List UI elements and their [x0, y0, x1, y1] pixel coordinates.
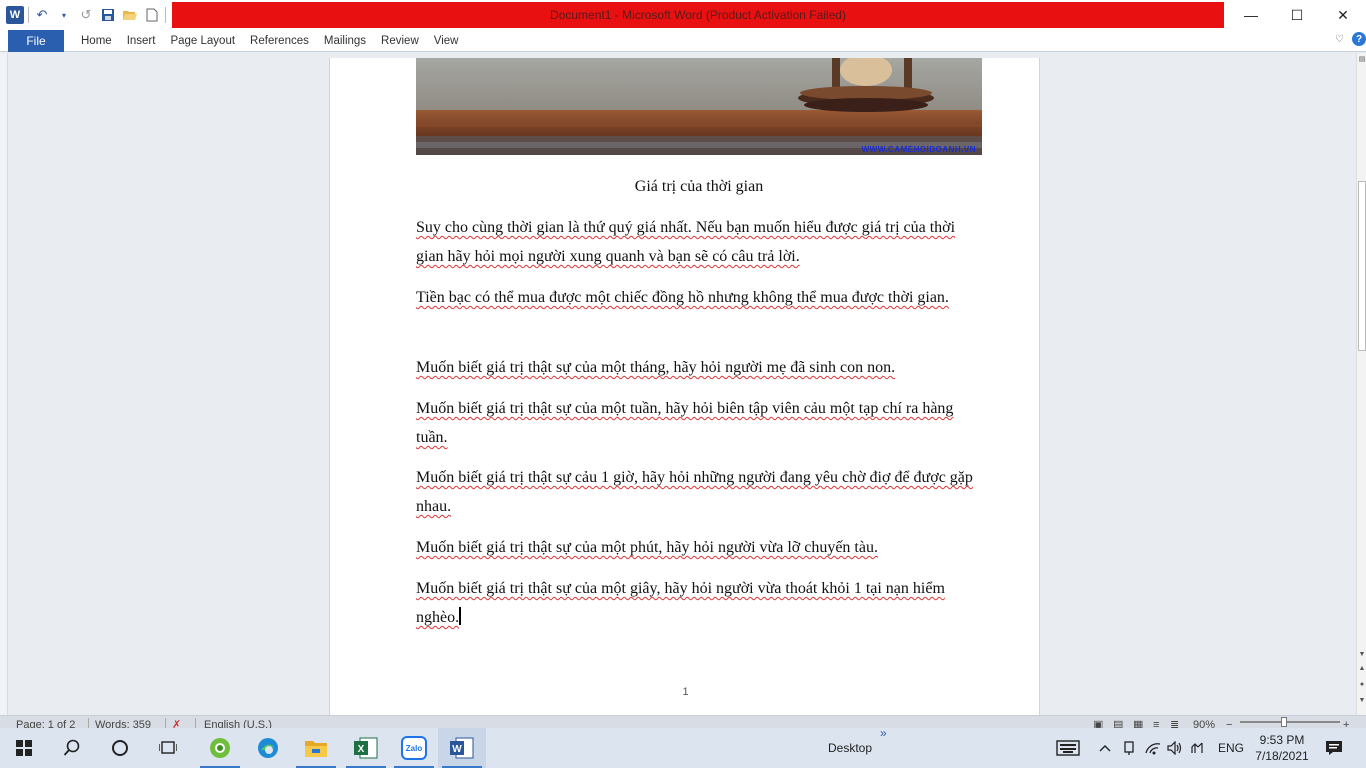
task-view-icon[interactable] — [144, 728, 192, 768]
previous-page-icon[interactable]: ▲ — [1357, 665, 1366, 675]
windows-start-icon[interactable] — [0, 728, 48, 768]
edge-icon[interactable] — [244, 728, 292, 768]
ribbon-tabs: Home Insert Page Layout References Maili… — [80, 30, 472, 52]
tray-up-icon[interactable] — [1094, 728, 1116, 768]
ruler-toggle-icon[interactable]: ▤ — [1357, 55, 1366, 65]
paragraph[interactable]: Suy cho cùng thời gian là thứ quý giá nh… — [416, 213, 976, 271]
notification-icon[interactable] — [1314, 728, 1354, 768]
minimize-icon[interactable]: — — [1228, 0, 1274, 30]
tab-insert[interactable]: Insert — [126, 35, 170, 47]
coccoc-icon[interactable] — [196, 728, 244, 768]
network-icon[interactable] — [1118, 728, 1140, 768]
title-bar-banner: Document1 - Microsoft Word (Product Acti… — [172, 2, 1224, 28]
draft-icon[interactable]: ≣ — [1170, 716, 1179, 728]
redo-icon[interactable]: ↺ — [77, 6, 95, 24]
word-taskbar-icon[interactable]: W — [438, 728, 486, 768]
tab-review[interactable]: Review — [380, 35, 433, 47]
print-layout-icon[interactable]: ▣ — [1093, 716, 1103, 728]
full-screen-reading-icon[interactable]: ▤ — [1113, 716, 1123, 728]
web-layout-icon[interactable]: ▦ — [1133, 716, 1143, 728]
scroll-down-icon[interactable]: ▼ — [1357, 651, 1366, 661]
last-paragraph[interactable]: Muốn biết giá trị thật sự của một giây, … — [416, 574, 976, 632]
ribbon-tab-bar: File Home Insert Page Layout References … — [0, 30, 1366, 52]
tab-page-layout[interactable]: Page Layout — [169, 35, 249, 47]
cortana-icon[interactable] — [96, 728, 144, 768]
paragraph[interactable]: Muốn biết giá trị thật sự cảu 1 giờ, hãy… — [416, 463, 976, 521]
tab-view[interactable]: View — [433, 35, 473, 47]
photo-caption: WWW.CAMEHOIDOANH.VN — [861, 145, 976, 154]
tab-mailings[interactable]: Mailings — [323, 35, 380, 47]
status-bar: Page: 1 of 2 Words: 359 ✗ English (U.S.)… — [0, 715, 1366, 728]
title-bar: W ↶ ▾ ↺ ▾ Document1 - Microsoft Word (Pr… — [0, 0, 1366, 30]
zalo-logo: Zalo — [401, 736, 427, 760]
word-icon[interactable]: W — [6, 6, 24, 24]
status-divider — [88, 718, 89, 728]
system-clock[interactable]: 9:53 PM 7/18/2021 — [1252, 732, 1312, 764]
zalo-icon[interactable]: Zalo — [390, 728, 438, 768]
zoom-level[interactable]: 90% — [1193, 716, 1215, 728]
document-workspace[interactable]: WWW.CAMEHOIDOANH.VN Giá trị của thời gia… — [0, 53, 1356, 715]
browse-object-icon[interactable]: ● — [1357, 681, 1366, 691]
tab-file[interactable]: File — [8, 30, 64, 52]
tab-home[interactable]: Home — [80, 35, 126, 47]
desktop-toolbar-label[interactable]: Desktop — [828, 728, 872, 768]
ribbon-right-controls: ♡ ? — [1335, 32, 1366, 46]
paragraph[interactable]: Muốn biết giá trị thật sự của một tháng,… — [416, 353, 976, 382]
proofing-icon[interactable]: ✗ — [172, 716, 181, 728]
save-icon[interactable] — [99, 6, 117, 24]
document-page[interactable]: WWW.CAMEHOIDOANH.VN Giá trị của thời gia… — [329, 58, 1040, 715]
volume-icon[interactable] — [1164, 728, 1186, 768]
undo-dropdown-icon[interactable]: ▾ — [55, 6, 73, 24]
next-page-icon[interactable]: ▼ — [1357, 697, 1366, 707]
new-icon[interactable] — [143, 6, 161, 24]
paragraph[interactable]: Muốn biết giá trị thật sự của một phút, … — [416, 533, 976, 562]
wifi-icon[interactable] — [1142, 728, 1164, 768]
word-count[interactable]: Words: 359 — [95, 716, 151, 728]
paragraph[interactable]: Muốn biết giá trị thật sự của một tuần, … — [416, 394, 976, 452]
excel-icon[interactable]: X — [342, 728, 390, 768]
page-number: 1 — [682, 686, 689, 698]
maximize-icon[interactable]: ☐ — [1274, 0, 1320, 30]
hourglass-photo[interactable]: WWW.CAMEHOIDOANH.VN — [416, 58, 982, 155]
clock-time: 9:53 PM — [1259, 733, 1305, 747]
close-icon[interactable]: ✕ — [1320, 0, 1366, 30]
page-count[interactable]: Page: 1 of 2 — [16, 716, 75, 728]
quick-access-toolbar: W ↶ ▾ ↺ ▾ — [6, 5, 188, 25]
zoom-out-button[interactable]: − — [1226, 716, 1232, 728]
tab-references[interactable]: References — [249, 35, 323, 47]
outline-icon[interactable]: ≡ — [1153, 716, 1159, 728]
paragraph-text: Muốn biết giá trị thật sự của một giây, … — [416, 580, 945, 626]
vertical-scrollbar[interactable]: ▤ ▼ ▲ ● ▼ — [1356, 53, 1366, 715]
file-explorer-icon[interactable] — [292, 728, 340, 768]
input-method-icon[interactable] — [1186, 728, 1208, 768]
help-icon[interactable]: ? — [1352, 32, 1366, 46]
window-title: Document1 - Microsoft Word (Product Acti… — [550, 8, 846, 22]
svg-text:W: W — [452, 744, 462, 755]
scrollbar-thumb[interactable] — [1358, 181, 1366, 351]
ribbon-collapse-icon[interactable]: ♡ — [1335, 34, 1344, 45]
language-indicator[interactable]: English (U.S.) — [204, 716, 272, 728]
language-indicator-taskbar[interactable]: ENG — [1218, 728, 1244, 768]
text-cursor — [459, 607, 462, 625]
window-controls: — ☐ ✕ — [1228, 0, 1366, 30]
svg-text:X: X — [358, 744, 365, 755]
toolbar-divider — [28, 7, 29, 23]
windows-taskbar: X Zalo W Desktop » ENG 9:53 PM 7/18/2021 — [0, 726, 1366, 768]
toolbar-divider — [165, 7, 166, 23]
status-divider — [165, 718, 166, 728]
document-title[interactable]: Giá trị của thời gian — [416, 178, 982, 196]
zoom-slider[interactable] — [1240, 721, 1340, 723]
keyboard-icon[interactable] — [1046, 728, 1090, 768]
open-icon[interactable] — [121, 6, 139, 24]
search-icon[interactable] — [48, 728, 96, 768]
zoom-in-button[interactable]: + — [1343, 716, 1349, 728]
vertical-ruler — [0, 53, 8, 715]
clock-date: 7/18/2021 — [1255, 749, 1309, 763]
toolbar-expand-icon[interactable]: » — [880, 726, 887, 740]
zoom-slider-knob[interactable] — [1281, 717, 1287, 727]
status-divider — [195, 718, 196, 728]
paragraph[interactable]: Tiền bạc có thể mua được một chiếc đồng … — [416, 283, 976, 312]
undo-icon[interactable]: ↶ — [33, 6, 51, 24]
